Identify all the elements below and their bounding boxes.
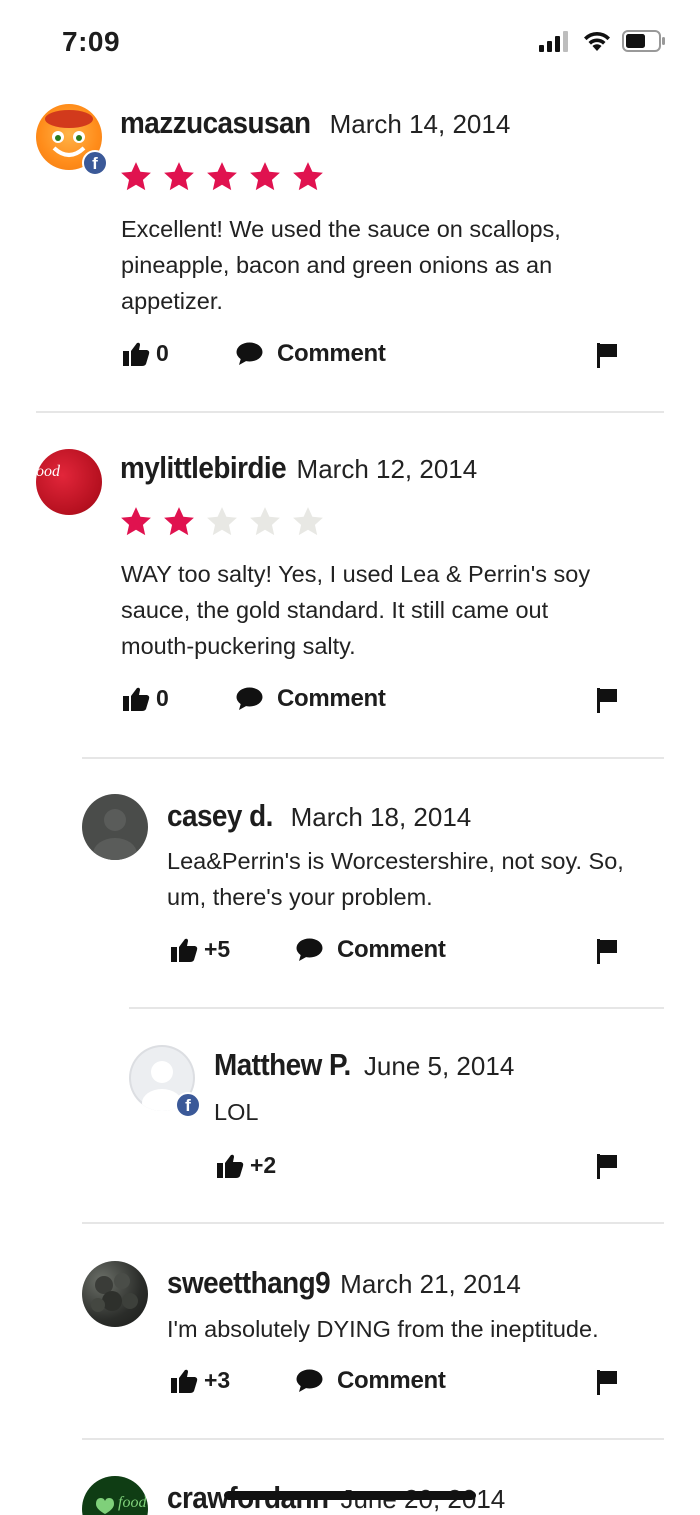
default-avatar-icon: [93, 809, 137, 860]
divider: [36, 411, 664, 413]
reply-card: casey d. March 18, 2014 Lea&Perrin's is W…: [0, 760, 700, 1010]
username[interactable]: mylittlebirdie: [120, 450, 287, 486]
reply-text: Lea&Perrin's is Worcestershire, not soy.…: [167, 848, 624, 910]
avatar[interactable]: food: [82, 1476, 148, 1515]
avatar-logo-text: ood: [36, 463, 60, 480]
star-empty-icon: [293, 507, 323, 536]
like-count: +5: [204, 936, 231, 962]
star-filled-icon: [164, 507, 194, 536]
username[interactable]: Matthew P.: [214, 1047, 351, 1083]
comment-label: Comment: [277, 340, 386, 367]
facebook-badge-icon: f: [175, 1092, 201, 1118]
like-button[interactable]: +3: [170, 1367, 230, 1394]
star-empty-icon: [207, 507, 237, 536]
divider: [129, 1007, 664, 1009]
review-card: f mazzucasusan March 14, 2014 Excellent! …: [0, 0, 700, 415]
star-filled-icon: [207, 162, 237, 191]
thumbs-up-icon: [123, 687, 150, 711]
star-filled-icon: [121, 162, 151, 191]
like-count: 0: [156, 685, 169, 711]
divider: [82, 757, 664, 759]
flag-icon[interactable]: [596, 342, 618, 368]
like-button[interactable]: 0: [122, 685, 169, 712]
comment-label: Comment: [337, 936, 446, 963]
star-rating: [119, 160, 325, 194]
thumbs-up-icon: [171, 938, 198, 962]
flag-icon[interactable]: [596, 1153, 618, 1179]
reply-card: sweetthang9 March 21, 2014 I'm absolutely…: [0, 1225, 700, 1440]
reply-text: LOL: [214, 1099, 259, 1125]
star-empty-icon: [250, 507, 280, 536]
avatar[interactable]: [82, 794, 148, 860]
thumbs-up-icon: [217, 1154, 244, 1178]
star-filled-icon: [164, 162, 194, 191]
star-filled-icon: [250, 162, 280, 191]
review-date: March 14, 2014: [329, 109, 511, 139]
like-button[interactable]: +5: [170, 936, 230, 963]
thumbs-up-icon: [123, 342, 150, 366]
username[interactable]: mazzucasusan: [120, 105, 311, 141]
comment-button[interactable]: Comment: [236, 685, 386, 713]
avatar-image-icon: [91, 1273, 138, 1312]
facebook-badge-icon: f: [82, 150, 108, 176]
avatar[interactable]: ood: [36, 449, 102, 515]
star-filled-icon: [121, 507, 151, 536]
speech-bubble-icon: [236, 687, 263, 710]
star-filled-icon: [293, 162, 323, 191]
review-date: March 12, 2014: [296, 454, 478, 484]
comment-button[interactable]: Comment: [296, 936, 446, 964]
speech-bubble-icon: [296, 938, 323, 961]
speech-bubble-icon: [236, 342, 263, 365]
thumbs-up-icon: [171, 1369, 198, 1393]
reply-date: March 18, 2014: [290, 802, 472, 832]
review-text: WAY too salty! Yes, I used Lea & Perrin'…: [121, 561, 591, 659]
username[interactable]: sweetthang9: [167, 1265, 331, 1301]
reply-card: food crawfordannJune 20, 2014: [0, 1440, 700, 1515]
flag-icon[interactable]: [596, 687, 618, 713]
reply-date: June 5, 2014: [363, 1051, 515, 1081]
comment-button[interactable]: Comment: [296, 1367, 446, 1395]
star-rating: [119, 505, 325, 539]
avatar-logo-text: food: [118, 1494, 147, 1511]
speech-bubble-icon: [296, 1369, 323, 1392]
like-button[interactable]: +2: [216, 1152, 276, 1179]
review-card: ood mylittlebirdie March 12, 2014 WAY too…: [0, 415, 700, 760]
divider: [82, 1222, 664, 1224]
username[interactable]: casey d.: [167, 798, 273, 834]
reply-card: f Matthew P. June 5, 2014 LOL +2: [0, 1010, 700, 1225]
home-indicator[interactable]: [224, 1491, 476, 1500]
avatar[interactable]: [82, 1261, 148, 1327]
comment-label: Comment: [337, 1367, 446, 1394]
like-count: 0: [156, 340, 169, 366]
comment-label: Comment: [277, 685, 386, 712]
like-count: +2: [250, 1152, 277, 1178]
comment-button[interactable]: Comment: [236, 340, 386, 368]
reply-text: I'm absolutely DYING from the ineptitude…: [167, 1316, 599, 1342]
flag-icon[interactable]: [596, 1369, 618, 1395]
flag-icon[interactable]: [596, 938, 618, 964]
like-count: +3: [204, 1367, 231, 1393]
review-text: Excellent! We used the sauce on scallops…: [121, 216, 561, 314]
like-button[interactable]: 0: [122, 340, 169, 367]
reply-date: March 21, 2014: [340, 1269, 521, 1299]
